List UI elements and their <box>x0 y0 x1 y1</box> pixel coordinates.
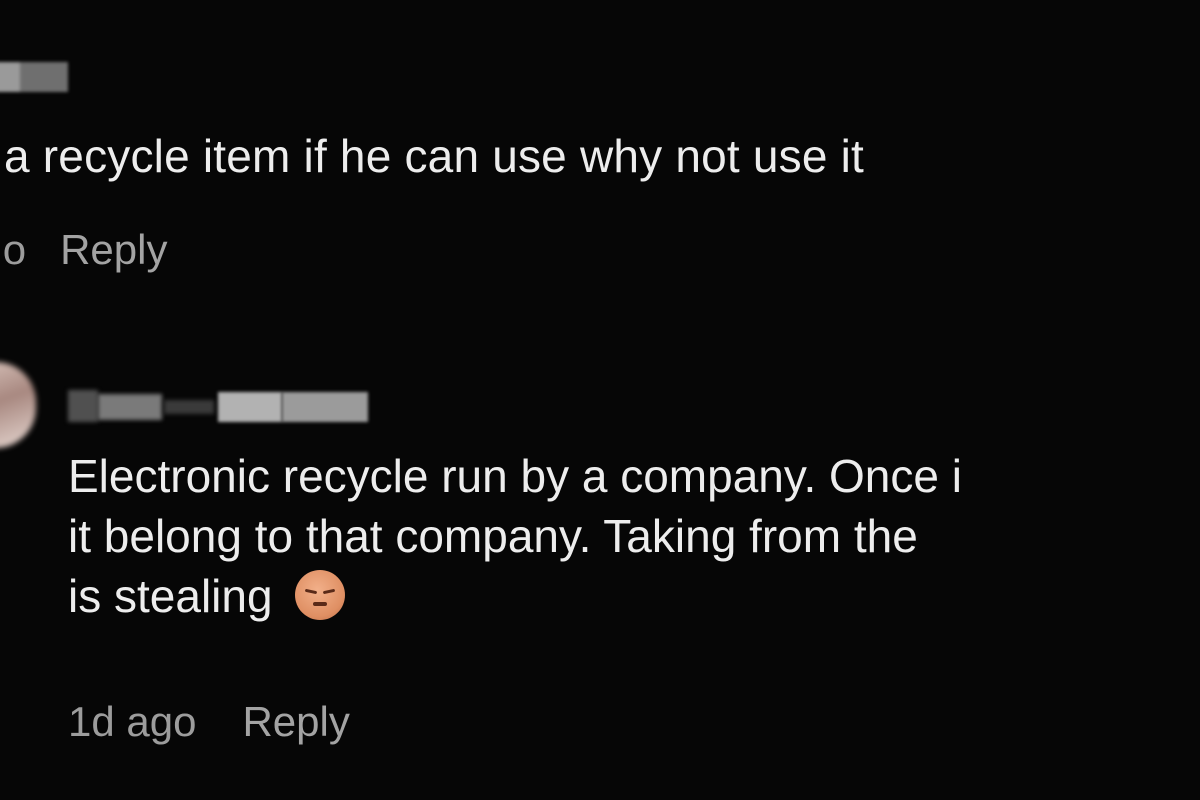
comment-meta: 1d ago Reply <box>68 692 350 752</box>
comment-meta: ago Reply <box>0 222 167 278</box>
comment-text: a recycle item if he can use why not use… <box>4 130 865 182</box>
comment-text-line: Electronic recycle run by a company. Onc… <box>68 450 962 502</box>
comment-thread: a recycle item if he can use why not use… <box>0 0 1200 800</box>
comment-text-fragment: is stealing <box>68 570 273 622</box>
comment-text: Electronic recycle run by a company. Onc… <box>68 446 1200 626</box>
reply-button[interactable]: Reply <box>60 226 167 274</box>
comment-text-line: it belong to that company. Taking from t… <box>68 510 918 562</box>
avatar[interactable] <box>0 362 36 448</box>
comment-timestamp: ago <box>0 226 27 273</box>
relieved-face-icon <box>294 570 345 620</box>
reply-button[interactable]: Reply <box>242 698 349 746</box>
redacted-username <box>0 62 68 92</box>
comment-timestamp: 1d ago <box>68 698 197 745</box>
comment-text-line: is stealing <box>68 566 1200 626</box>
redacted-username <box>68 390 368 422</box>
